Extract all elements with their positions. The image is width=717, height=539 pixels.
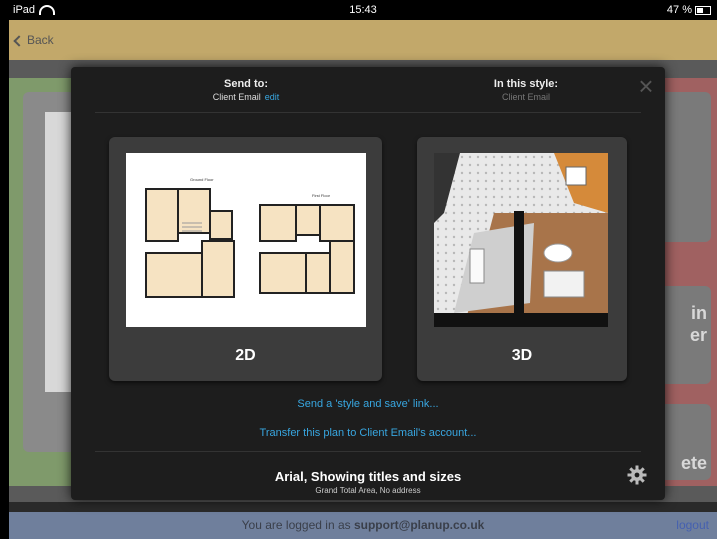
gear-icon[interactable]: [627, 465, 647, 485]
style-section: In this style: Client Email: [451, 78, 601, 102]
battery-percent: 47 %: [666, 4, 692, 16]
background-tile-text-2: er: [689, 325, 707, 345]
ground-floor-title: Ground Floor: [190, 177, 214, 182]
send-to-line: Client Email edit: [181, 92, 311, 102]
floor-plan-2d-image: Ground Floor First Floor: [126, 153, 366, 327]
login-status: You are logged in as support@planup.co.u…: [9, 512, 717, 539]
edit-recipient-link[interactable]: edit: [265, 92, 280, 102]
footer-divider: [95, 451, 641, 452]
back-button[interactable]: Back: [13, 20, 54, 60]
send-to-section: Send to: Client Email edit: [181, 78, 311, 102]
ipad-screen: iPad 15:43 47 % Back in er ete You are l…: [9, 0, 717, 539]
first-floor-title: First Floor: [312, 193, 331, 198]
floor-plan-3d-drawing: [434, 153, 608, 327]
close-icon[interactable]: ×: [637, 73, 655, 99]
user-email: support@planup.co.uk: [353, 518, 485, 532]
first-floor-plan: [259, 204, 355, 294]
chevron-left-icon: [13, 35, 25, 47]
send-plan-dialog: × Send to: Client Email edit In this styl…: [71, 67, 665, 500]
floor-plan-2d-drawing: Ground Floor First Floor: [145, 177, 355, 298]
option-3d-card[interactable]: 3D: [417, 137, 627, 381]
background-plan-preview: [45, 112, 71, 392]
option-2d-label: 2D: [235, 347, 256, 364]
footer-bar: You are logged in as support@planup.co.u…: [9, 512, 717, 539]
status-time: 15:43: [349, 4, 377, 16]
option-2d-card[interactable]: Ground Floor First Floor 2D: [109, 137, 382, 381]
header-divider: [95, 112, 641, 113]
send-to-title: Send to:: [224, 78, 268, 90]
format-subtitle: Grand Total Area, No address: [315, 486, 421, 495]
format-title[interactable]: Arial, Showing titles and sizes: [71, 469, 665, 484]
option-3d-label: 3D: [511, 347, 533, 364]
logout-link[interactable]: logout: [676, 512, 709, 539]
status-bar: iPad 15:43 47 %: [9, 0, 717, 20]
style-value: Client Email: [501, 92, 550, 102]
login-prefix: You are logged in as: [241, 518, 354, 532]
battery-icon: [695, 5, 711, 15]
ground-floor-plan: [145, 188, 235, 298]
background-tile-text-3: ete: [680, 453, 707, 473]
style-save-link[interactable]: Send a 'style and save' link...: [71, 398, 665, 410]
send-to-value: Client Email: [212, 92, 261, 102]
back-label: Back: [27, 33, 54, 47]
transfer-plan-link[interactable]: Transfer this plan to Client Email's acc…: [71, 427, 665, 439]
background-tile-text-1: in: [691, 303, 707, 323]
style-title: In this style:: [493, 78, 559, 90]
status-right: 47 %: [667, 0, 711, 20]
floor-plan-3d-image: [434, 153, 608, 327]
nav-bar: Back: [9, 20, 717, 60]
